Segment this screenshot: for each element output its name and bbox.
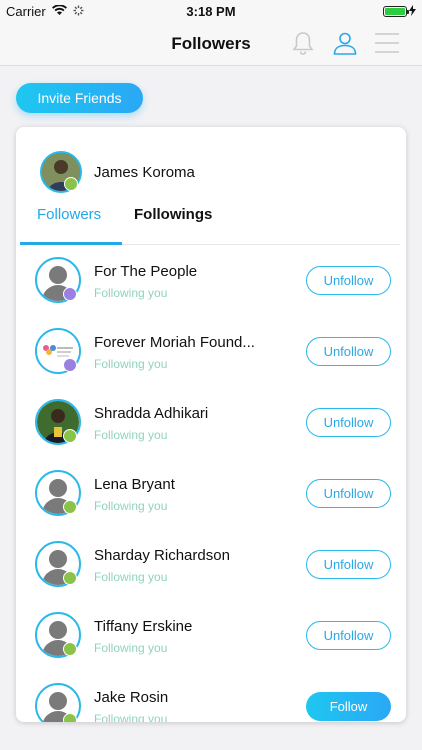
- follow-status: Following you: [94, 712, 168, 722]
- unfollow-button[interactable]: Unfollow: [306, 621, 391, 650]
- follow-status: Following you: [94, 499, 168, 513]
- tab-bar: Followers Followings: [20, 203, 400, 245]
- clock: 3:18 PM: [186, 4, 236, 19]
- user-name[interactable]: Jake Rosin: [94, 689, 168, 706]
- follow-status: Following you: [94, 641, 168, 655]
- unfollow-button[interactable]: Unfollow: [306, 408, 391, 437]
- follow-status: Following you: [94, 357, 168, 371]
- user-name[interactable]: Shradda Adhikari: [94, 405, 208, 422]
- nav-bar: Followers: [0, 22, 422, 66]
- badge-icon: [63, 358, 77, 372]
- follow-status: Following you: [94, 286, 168, 300]
- badge-icon: [63, 500, 77, 514]
- status-bar: Carrier 3:18 PM: [0, 0, 422, 22]
- charging-icon: [409, 4, 416, 19]
- active-tab-indicator: [20, 242, 122, 245]
- list-item[interactable]: Tiffany Erskine Following you Unfollow: [16, 602, 406, 673]
- tab-followings[interactable]: Followings: [134, 206, 212, 223]
- badge-icon: [63, 287, 77, 301]
- user-name[interactable]: Sharday Richardson: [94, 547, 230, 564]
- follow-status: Following you: [94, 428, 168, 442]
- list-item[interactable]: Sharday Richardson Following you Unfollo…: [16, 531, 406, 602]
- list-item[interactable]: Shradda Adhikari Following you Unfollow: [16, 389, 406, 460]
- menu-icon[interactable]: [372, 28, 402, 58]
- unfollow-button[interactable]: Unfollow: [306, 266, 391, 295]
- invite-friends-button[interactable]: Invite Friends: [16, 83, 143, 113]
- badge-icon: [64, 177, 78, 191]
- list-item[interactable]: Forever Moriah Found... Following you Un…: [16, 318, 406, 389]
- list-item[interactable]: Lena Bryant Following you Unfollow: [16, 460, 406, 531]
- list-item[interactable]: For The People Following you Unfollow: [16, 247, 406, 318]
- bell-icon[interactable]: [288, 28, 318, 58]
- badge-icon: [63, 571, 77, 585]
- profile-header: James Koroma: [40, 151, 195, 193]
- badge-icon: [63, 642, 77, 656]
- unfollow-button[interactable]: Unfollow: [306, 337, 391, 366]
- badge-icon: [63, 429, 77, 443]
- user-name[interactable]: For The People: [94, 263, 197, 280]
- profile-icon[interactable]: [330, 28, 360, 58]
- follow-status: Following you: [94, 570, 168, 584]
- battery-icon: [383, 6, 409, 17]
- user-name[interactable]: Forever Moriah Found...: [94, 334, 255, 351]
- user-name[interactable]: Lena Bryant: [94, 476, 175, 493]
- followers-card: James Koroma Followers Followings For Th…: [16, 127, 406, 722]
- list-item[interactable]: Jake Rosin Following you Follow: [16, 673, 406, 722]
- unfollow-button[interactable]: Unfollow: [306, 479, 391, 508]
- profile-name: James Koroma: [94, 163, 195, 181]
- unfollow-button[interactable]: Unfollow: [306, 550, 391, 579]
- follow-button[interactable]: Follow: [306, 692, 391, 721]
- tab-followers[interactable]: Followers: [37, 206, 101, 223]
- user-name[interactable]: Tiffany Erskine: [94, 618, 192, 635]
- badge-icon: [63, 713, 77, 722]
